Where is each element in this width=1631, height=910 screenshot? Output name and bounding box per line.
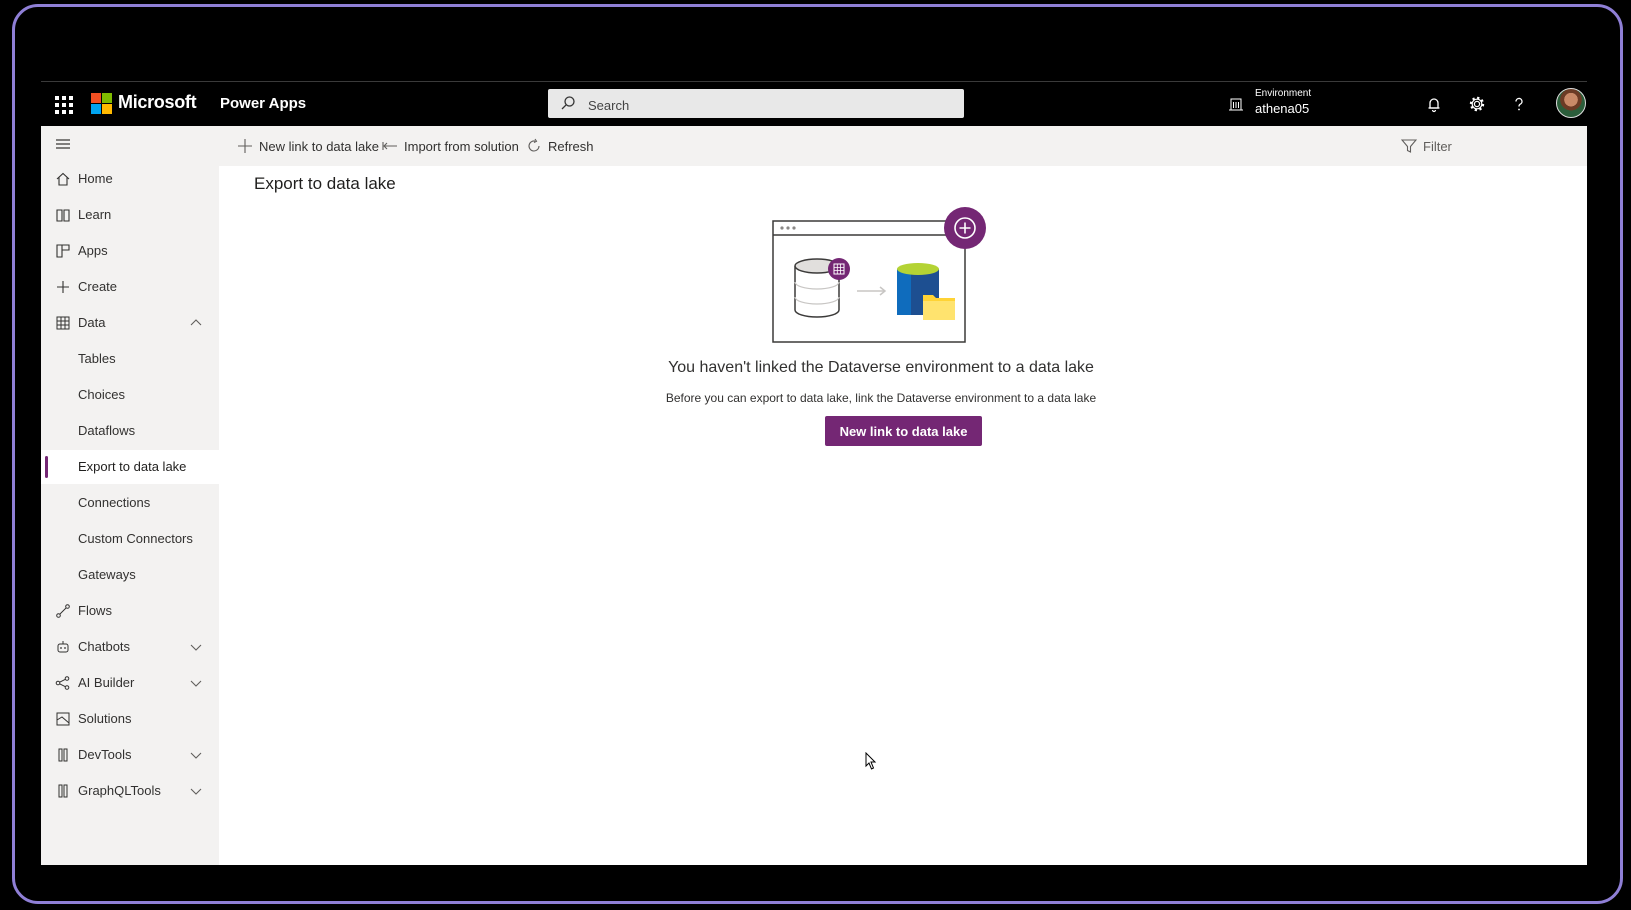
environment-icon — [1229, 98, 1243, 111]
user-avatar[interactable] — [1556, 88, 1586, 118]
book-icon — [56, 209, 70, 222]
settings-gear-icon[interactable] — [1467, 94, 1487, 114]
empty-state-title: You haven't linked the Dataverse environ… — [668, 359, 1094, 376]
sidebar-item-label: Learn — [78, 207, 112, 222]
environment-name: athena05 — [1255, 101, 1310, 116]
sidebar-item-create[interactable]: Create — [41, 270, 219, 304]
help-icon[interactable] — [1509, 94, 1529, 114]
sidebar-item-chatbots[interactable]: Chatbots — [41, 630, 219, 664]
sidebar-item-label: Data — [78, 315, 106, 330]
sidebar-item-label: DevTools — [78, 747, 132, 762]
sidebar-item-export-to-data-lake[interactable]: Export to data lake — [41, 450, 219, 484]
chevron-up-icon[interactable] — [190, 317, 202, 329]
left-navigation: Home Learn Apps Create Data Tables Choic… — [41, 126, 219, 865]
sidebar-item-dataflows[interactable]: Dataflows — [41, 414, 219, 448]
sidebar-item-gateways[interactable]: Gateways — [41, 558, 219, 592]
command-label: Refresh — [548, 139, 594, 154]
microsoft-logo-icon — [91, 93, 112, 114]
sidebar-item-data[interactable]: Data — [41, 306, 219, 340]
plus-icon — [238, 139, 252, 153]
solutions-icon — [56, 712, 70, 726]
sidebar-item-label: Create — [78, 279, 118, 294]
new-link-to-data-lake-button[interactable]: New link to data lake — [825, 416, 982, 446]
devtools-icon — [58, 748, 68, 762]
search-icon — [561, 96, 575, 110]
data-lake-illustration — [772, 207, 986, 343]
sidebar-item-label: Gateways — [78, 567, 136, 582]
sidebar-item-label: Connections — [78, 495, 151, 510]
sidebar-item-label: Dataflows — [78, 423, 136, 438]
command-bar: New link to data lake Import from soluti… — [219, 126, 1587, 166]
sidebar-item-label: Custom Connectors — [78, 531, 193, 546]
graphql-icon — [58, 784, 68, 798]
sidebar-item-label: AI Builder — [78, 675, 135, 690]
sidebar-item-label: GraphQLTools — [78, 783, 161, 798]
top-header: Microsoft Power Apps Environment athena0… — [41, 82, 1587, 126]
sidebar-item-apps[interactable]: Apps — [41, 234, 219, 268]
ai-icon — [55, 676, 70, 690]
sidebar-item-flows[interactable]: Flows — [41, 594, 219, 628]
app-launcher-icon[interactable] — [53, 94, 73, 114]
chevron-down-icon[interactable] — [190, 641, 202, 653]
filter-icon — [1401, 139, 1417, 153]
chevron-down-icon[interactable] — [190, 785, 202, 797]
sidebar-item-tables[interactable]: Tables — [41, 342, 219, 376]
refresh-icon — [528, 138, 540, 152]
command-label: Filter — [1423, 139, 1452, 154]
sidebar-item-label: Flows — [78, 603, 112, 618]
sidebar-item-home[interactable]: Home — [41, 162, 219, 196]
add-circle-icon — [944, 207, 986, 249]
flow-icon — [56, 604, 70, 618]
home-icon — [56, 172, 70, 186]
search-input[interactable] — [586, 94, 950, 116]
command-label: New link to data lake — [259, 139, 379, 154]
sidebar-item-devtools[interactable]: DevTools — [41, 738, 219, 772]
plus-icon — [57, 281, 69, 293]
sidebar-item-label: Solutions — [78, 711, 132, 726]
power-apps-window: Microsoft Power Apps Environment athena0… — [41, 82, 1587, 865]
hamburger-menu-icon[interactable] — [55, 138, 71, 150]
active-indicator — [45, 456, 48, 478]
search-box[interactable] — [548, 89, 964, 118]
environment-label: Environment — [1255, 88, 1312, 99]
mouse-cursor-icon — [865, 752, 877, 770]
empty-state-subtitle: Before you can export to data lake, link… — [665, 391, 1097, 405]
sidebar-item-label: Choices — [78, 387, 125, 402]
sidebar-item-connections[interactable]: Connections — [41, 486, 219, 520]
apps-icon — [56, 244, 70, 258]
chevron-down-icon[interactable] — [190, 749, 202, 761]
sidebar-item-label: Chatbots — [78, 639, 131, 654]
sidebar-item-graphqltools[interactable]: GraphQLTools — [41, 774, 219, 808]
page-title: Export to data lake — [254, 174, 396, 193]
sidebar-item-label: Apps — [78, 243, 108, 258]
table-icon — [56, 316, 70, 330]
command-label: Import from solution — [404, 139, 519, 154]
sidebar-item-choices[interactable]: Choices — [41, 378, 219, 412]
sidebar-item-ai-builder[interactable]: AI Builder — [41, 666, 219, 700]
sidebar-item-label: Export to data lake — [78, 459, 187, 474]
import-icon — [382, 142, 397, 150]
app-name[interactable]: Power Apps — [220, 95, 306, 112]
bot-icon — [57, 641, 69, 653]
sidebar-item-learn[interactable]: Learn — [41, 198, 219, 232]
chevron-down-icon[interactable] — [190, 677, 202, 689]
sidebar-item-label: Home — [78, 171, 113, 186]
sidebar-item-label: Tables — [78, 351, 116, 366]
sidebar-item-solutions[interactable]: Solutions — [41, 702, 219, 736]
sidebar-item-custom-connectors[interactable]: Custom Connectors — [41, 522, 219, 556]
microsoft-brand[interactable]: Microsoft — [118, 92, 197, 113]
notification-bell-icon[interactable] — [1424, 94, 1444, 114]
